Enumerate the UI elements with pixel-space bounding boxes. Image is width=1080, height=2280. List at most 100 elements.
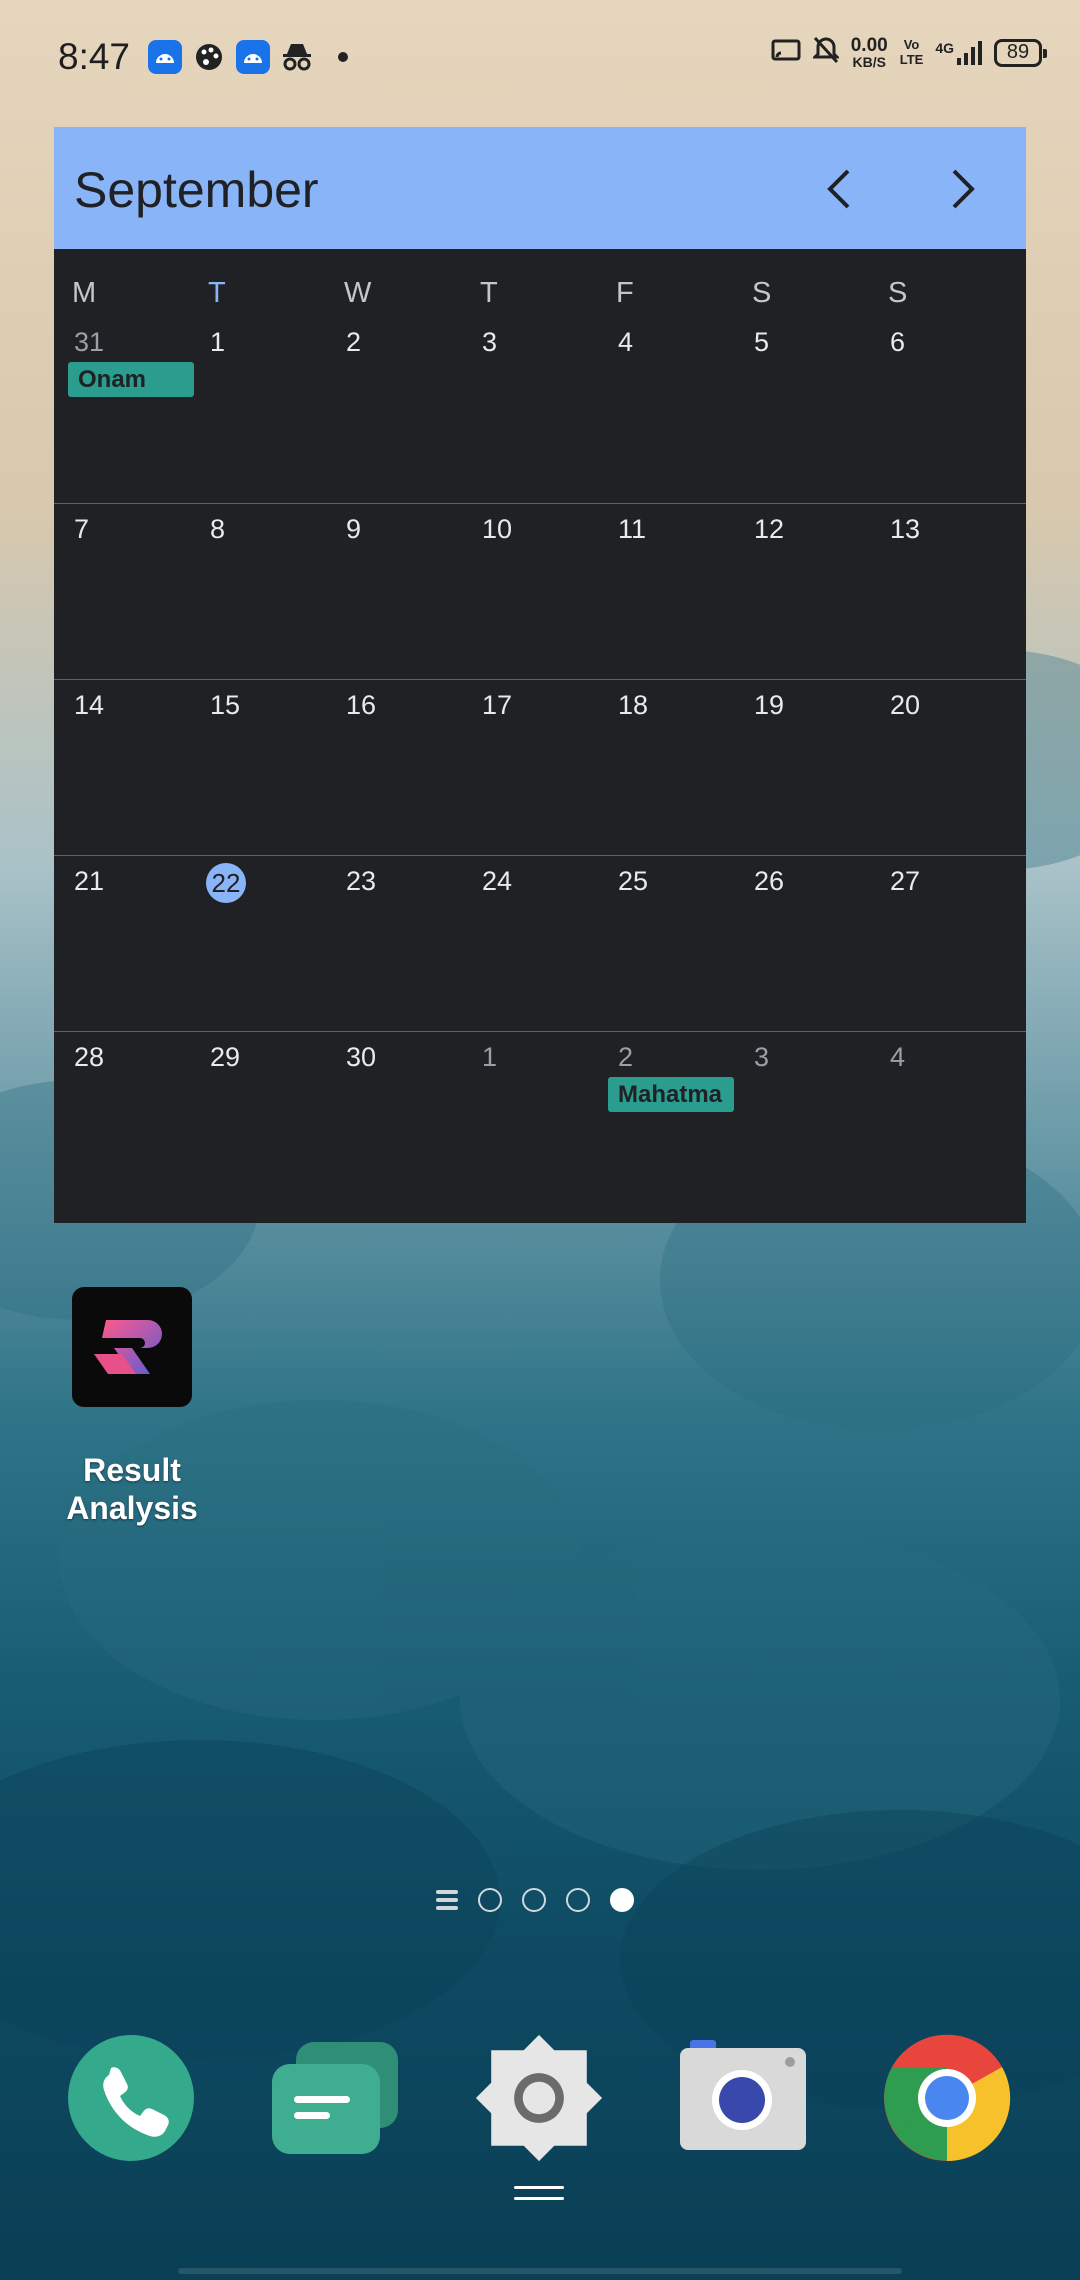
page-dot-1[interactable] xyxy=(478,1888,502,1912)
calendar-day-cell[interactable]: 8 xyxy=(190,504,326,680)
day-number: 25 xyxy=(618,866,649,896)
calendar-day-cell[interactable]: 5 xyxy=(734,317,870,493)
calendar-day-cell[interactable]: 31 Onam xyxy=(54,317,194,493)
calendar-day-cell[interactable]: 20 xyxy=(870,680,1006,856)
page-dot-4[interactable] xyxy=(610,1888,634,1912)
status-time: 8:47 xyxy=(58,36,131,77)
phone-icon xyxy=(68,2035,194,2161)
calendar-day-cell[interactable]: 2 xyxy=(326,317,462,493)
calendar-day-cell[interactable]: 17 xyxy=(462,680,598,856)
page-dot-3[interactable] xyxy=(566,1888,590,1912)
day-number: 13 xyxy=(890,514,921,544)
volte-indicator: Vo LTE xyxy=(899,37,924,67)
camera-icon xyxy=(680,2040,806,2150)
calendar-day-cell[interactable]: 10 xyxy=(462,504,598,680)
phone-app[interactable] xyxy=(66,2033,196,2163)
weekday-label: S xyxy=(888,277,908,309)
calendar-day-cell[interactable]: 4 xyxy=(870,1032,1006,1208)
day-number: 12 xyxy=(754,514,785,544)
day-number: 3 xyxy=(754,1042,770,1072)
day-number: 21 xyxy=(74,866,105,896)
calendar-day-cell[interactable]: 26 xyxy=(734,856,870,1032)
previous-month-button[interactable] xyxy=(810,159,870,219)
day-number: 4 xyxy=(618,327,634,357)
next-month-button[interactable] xyxy=(932,159,992,219)
calendar-event-chip[interactable]: Onam xyxy=(68,362,194,397)
calendar-day-cell[interactable]: 3 xyxy=(734,1032,870,1208)
weekday-label: T xyxy=(480,277,498,309)
calendar-widget[interactable]: September MTWTFSS 31 Onam 1 2 3 4 5 6 7 8 9 10 11 12 1… xyxy=(54,127,1026,1223)
calendar-day-cell[interactable]: 7 xyxy=(54,504,190,680)
calendar-day-cell[interactable]: 21 xyxy=(54,856,190,1032)
day-number: 2 xyxy=(618,1042,634,1072)
incognito-icon xyxy=(280,40,314,74)
calendar-day-cell[interactable]: 11 xyxy=(598,504,734,680)
settings-app[interactable] xyxy=(474,2033,604,2163)
calendar-day-cell[interactable]: 13 xyxy=(870,504,1006,680)
day-number: 17 xyxy=(482,690,513,720)
day-number: 14 xyxy=(74,690,105,720)
day-number: 11 xyxy=(618,514,647,544)
day-number: 9 xyxy=(346,514,362,544)
calendar-day-cell[interactable]: 29 xyxy=(190,1032,326,1208)
day-number: 3 xyxy=(482,327,498,357)
volte-line2: LTE xyxy=(899,51,924,67)
net-speed-unit: KB/S xyxy=(852,54,886,70)
status-indicators: 0.00 KB/S Vo LTE 4G 89 xyxy=(771,36,1047,70)
calendar-day-cell[interactable]: 3 xyxy=(462,317,598,493)
app-label-line1: Result xyxy=(83,1452,181,1488)
day-number: 1 xyxy=(482,1042,498,1072)
page-dot-2[interactable] xyxy=(522,1888,546,1912)
calendar-day-cell[interactable]: 18 xyxy=(598,680,734,856)
app-drawer-list-icon[interactable] xyxy=(436,1890,458,1910)
calendar-day-cell[interactable]: 27 xyxy=(870,856,1006,1032)
calendar-day-cell[interactable]: 6 xyxy=(870,317,1006,493)
result-analysis-label: Result Analysis xyxy=(58,1451,206,1527)
result-analysis-app[interactable]: Result Analysis xyxy=(58,1287,206,1527)
calendar-day-cell[interactable]: 23 xyxy=(326,856,462,1032)
calendar-day-cell[interactable]: 12 xyxy=(734,504,870,680)
calendar-week-row: 7 8 9 10 11 12 13 xyxy=(54,503,1026,679)
calendar-day-cell[interactable]: 2 Mahatma xyxy=(598,1032,734,1208)
chevron-right-icon xyxy=(952,169,975,209)
signal-icon: 4G xyxy=(935,40,982,66)
camera-app[interactable] xyxy=(678,2033,808,2163)
calendar-day-cell[interactable]: 19 xyxy=(734,680,870,856)
calendar-event-chip[interactable]: Mahatma xyxy=(608,1077,734,1112)
weekday-label: S xyxy=(752,277,772,309)
calendar-day-cell[interactable]: 14 xyxy=(54,680,190,856)
chrome-app[interactable] xyxy=(882,2033,1012,2163)
dock-handle[interactable] xyxy=(514,2186,564,2200)
calendar-day-cell[interactable]: 28 xyxy=(54,1032,190,1208)
navigation-bar[interactable] xyxy=(178,2268,902,2274)
day-number: 16 xyxy=(346,690,377,720)
battery-level: 89 xyxy=(1006,41,1030,63)
calendar-day-cell[interactable]: 16 xyxy=(326,680,462,856)
calendar-day-cell[interactable]: 15 xyxy=(190,680,326,856)
day-number: 27 xyxy=(890,866,921,896)
calendar-day-cell[interactable]: 25 xyxy=(598,856,734,1032)
calendar-month-title[interactable]: September xyxy=(74,161,319,219)
day-number: 4 xyxy=(890,1042,906,1072)
day-number: 20 xyxy=(890,690,921,720)
calendar-day-cell[interactable]: 9 xyxy=(326,504,462,680)
battery-indicator: 89 xyxy=(994,38,1047,67)
calendar-day-cell[interactable]: 1 xyxy=(462,1032,598,1208)
day-number: 1 xyxy=(210,327,226,357)
page-indicator[interactable] xyxy=(436,1888,634,1912)
calendar-day-cell[interactable]: 1 xyxy=(190,317,326,493)
calendar-day-cell[interactable]: 4 xyxy=(598,317,734,493)
day-number: 19 xyxy=(754,690,785,720)
messages-app[interactable] xyxy=(270,2033,400,2163)
more-notifications-dot xyxy=(338,52,348,62)
calendar-day-cell[interactable]: 24 xyxy=(462,856,598,1032)
chrome-icon xyxy=(884,2034,1011,2162)
calendar-header: September xyxy=(54,127,1026,249)
weekday-label: T xyxy=(208,277,226,309)
day-number: 23 xyxy=(346,866,377,896)
calendar-day-cell[interactable]: 22 xyxy=(190,856,326,1032)
day-number: 18 xyxy=(618,690,649,720)
calendar-day-cell[interactable]: 30 xyxy=(326,1032,462,1208)
day-number: 26 xyxy=(754,866,785,896)
day-number: 31 xyxy=(74,327,105,357)
